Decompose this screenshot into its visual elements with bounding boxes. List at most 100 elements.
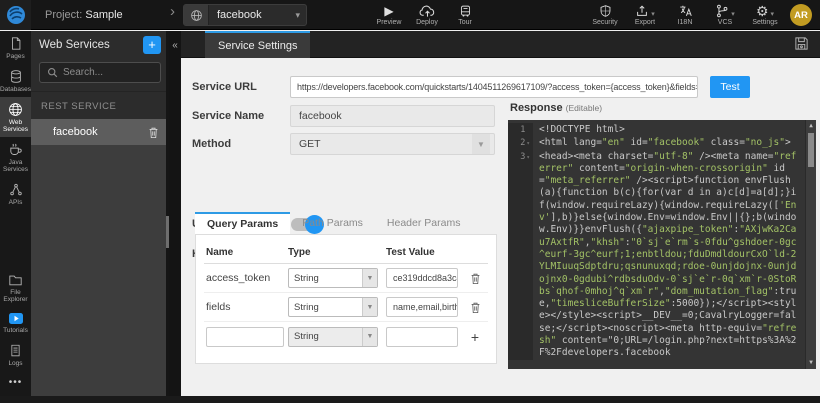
- scroll-up-icon[interactable]: ▲: [806, 121, 816, 131]
- sidebar-item-java-services[interactable]: Java Services: [0, 137, 31, 177]
- chevron-down-icon: ▼: [362, 328, 377, 346]
- sidebar-item-pages[interactable]: Pages: [0, 31, 31, 64]
- pages-icon: [9, 36, 23, 51]
- bottom-bar: [0, 396, 820, 403]
- service-settings-content: Service URL https://developers.facebook.…: [181, 58, 820, 396]
- rest-service-section-label: REST SERVICE: [31, 91, 169, 119]
- left-nav-rail: Pages Databases Web Services Java Servic…: [0, 31, 31, 396]
- param-name: access_token: [204, 272, 288, 284]
- sidebar-item-databases[interactable]: Databases: [0, 64, 31, 97]
- chevron-down-icon: ▼: [472, 134, 490, 154]
- chevron-down-icon: ▾: [295, 10, 306, 21]
- preview-button[interactable]: ▶ Preview: [376, 3, 402, 26]
- service-selector-dropdown[interactable]: facebook ▾: [183, 4, 307, 26]
- col-test-value: Test Value: [386, 247, 462, 258]
- service-name-input[interactable]: facebook: [290, 105, 495, 127]
- i18n-translate-icon: [678, 3, 693, 18]
- collapse-panel-button[interactable]: «: [169, 40, 181, 51]
- web-services-panel: Web Services + Search... REST SERVICE fa…: [31, 31, 169, 396]
- col-name: Name: [204, 247, 288, 258]
- tab-header-params[interactable]: Header Params: [375, 212, 473, 234]
- sidebar-item-logs[interactable]: Logs: [0, 338, 31, 371]
- security-shield-icon: [599, 3, 612, 18]
- services-panel-header: Web Services +: [31, 31, 169, 58]
- project-name: Project: Sample: [45, 9, 123, 21]
- globe-icon: [8, 102, 23, 117]
- response-editor-lines[interactable]: 1 <!DOCTYPE html>2▾<html lang="en" id="f…: [508, 120, 805, 369]
- param-test-value-input[interactable]: ce319ddcd8a3c44d: [386, 268, 458, 288]
- service-name-label: Service Name: [192, 110, 264, 122]
- save-button[interactable]: [794, 36, 809, 51]
- new-param-test-value-input[interactable]: [386, 327, 458, 347]
- delete-service-button[interactable]: [148, 126, 159, 139]
- deploy-button[interactable]: Deploy: [414, 3, 440, 26]
- settings-chevron-icon: ▾: [771, 10, 775, 18]
- database-icon: [9, 69, 23, 84]
- folder-icon: [8, 273, 23, 287]
- param-row-fields: fields String ▼ name,email,birthdate: [204, 293, 488, 322]
- panel-collapse-strip: «: [169, 31, 181, 396]
- service-search-input[interactable]: Search...: [39, 62, 161, 83]
- sidebar-item-apis[interactable]: APIs: [0, 177, 31, 210]
- sidebar-item-tutorials[interactable]: Tutorials: [0, 307, 31, 338]
- delete-param-button[interactable]: [462, 301, 488, 314]
- service-list-item-facebook[interactable]: facebook: [31, 119, 169, 145]
- settings-gear-icon: ⚙: [756, 4, 769, 18]
- services-panel-empty-area: [31, 145, 169, 396]
- method-select[interactable]: GET ▼: [290, 133, 495, 155]
- top-bar: Project: Sample › facebook ▾ ▶ Preview D…: [0, 0, 820, 30]
- col-type: Type: [288, 247, 386, 258]
- param-type-select[interactable]: String ▼: [288, 268, 378, 288]
- toolbar-right: Security ▾ Export I18N ▾ VCS: [592, 3, 778, 26]
- services-panel-title: Web Services: [39, 39, 110, 51]
- param-test-value-input[interactable]: name,email,birthdate: [386, 297, 458, 317]
- tab-query-params[interactable]: Query Params: [195, 212, 290, 234]
- vcs-button[interactable]: ▾ VCS: [712, 3, 738, 26]
- breadcrumb-chevron-icon: ›: [170, 3, 175, 20]
- param-row-access-token: access_token String ▼ ce319ddcd8a3c44d: [204, 264, 488, 293]
- user-avatar[interactable]: AR: [790, 4, 812, 26]
- globe-icon: [184, 5, 209, 25]
- service-selector-value: facebook: [209, 9, 295, 21]
- i18n-button[interactable]: I18N: [672, 3, 698, 26]
- delete-param-button[interactable]: [462, 272, 488, 285]
- method-label: Method: [192, 138, 231, 150]
- rail-more-button[interactable]: •••: [0, 371, 31, 396]
- service-url-label: Service URL: [192, 81, 257, 93]
- vcs-branch-icon: [715, 4, 729, 18]
- sidebar-item-file-explorer[interactable]: File Explorer: [0, 268, 31, 307]
- sidebar-item-web-services[interactable]: Web Services: [0, 97, 31, 137]
- rail-spacer: [0, 210, 31, 268]
- add-service-button[interactable]: +: [143, 36, 161, 54]
- deploy-cloud-icon: [419, 3, 436, 18]
- tab-service-settings[interactable]: Service Settings: [205, 31, 310, 58]
- editor-scrollbar[interactable]: ▲ ▼: [805, 120, 816, 369]
- security-button[interactable]: Security: [592, 3, 618, 26]
- export-button[interactable]: ▾ Export: [632, 3, 658, 26]
- search-placeholder: Search...: [63, 67, 103, 78]
- settings-button[interactable]: ⚙▾ Settings: [752, 3, 778, 26]
- app-logo[interactable]: [0, 0, 31, 30]
- preview-play-icon: ▶: [384, 3, 393, 18]
- add-param-button[interactable]: +: [462, 329, 488, 345]
- service-url-input[interactable]: https://developers.facebook.com/quicksta…: [290, 76, 698, 98]
- test-button[interactable]: Test: [710, 76, 750, 98]
- param-type-select[interactable]: String ▼: [288, 297, 378, 317]
- search-icon: [47, 67, 58, 78]
- chevron-down-icon: ▼: [362, 298, 377, 316]
- export-chevron-icon: ▾: [651, 10, 655, 18]
- tour-button[interactable]: Tour: [452, 3, 478, 26]
- coffee-cup-icon: [8, 142, 23, 157]
- response-editor[interactable]: 1 <!DOCTYPE html>2▾<html lang="en" id="f…: [508, 120, 816, 369]
- tab-path-params[interactable]: Path Params: [290, 212, 375, 234]
- chevron-down-icon: ▼: [362, 269, 377, 287]
- scrollbar-thumb[interactable]: [808, 133, 814, 167]
- vcs-chevron-icon: ▾: [731, 10, 735, 18]
- new-param-type-select[interactable]: String ▼: [288, 327, 378, 347]
- scroll-down-icon[interactable]: ▼: [806, 358, 816, 368]
- query-params-card: Name Type Test Value access_token String…: [195, 234, 497, 364]
- logo-icon: [6, 5, 26, 25]
- new-param-name-input[interactable]: [206, 327, 284, 347]
- param-row-new: String ▼ +: [204, 322, 488, 351]
- tutorials-video-icon: [8, 312, 24, 325]
